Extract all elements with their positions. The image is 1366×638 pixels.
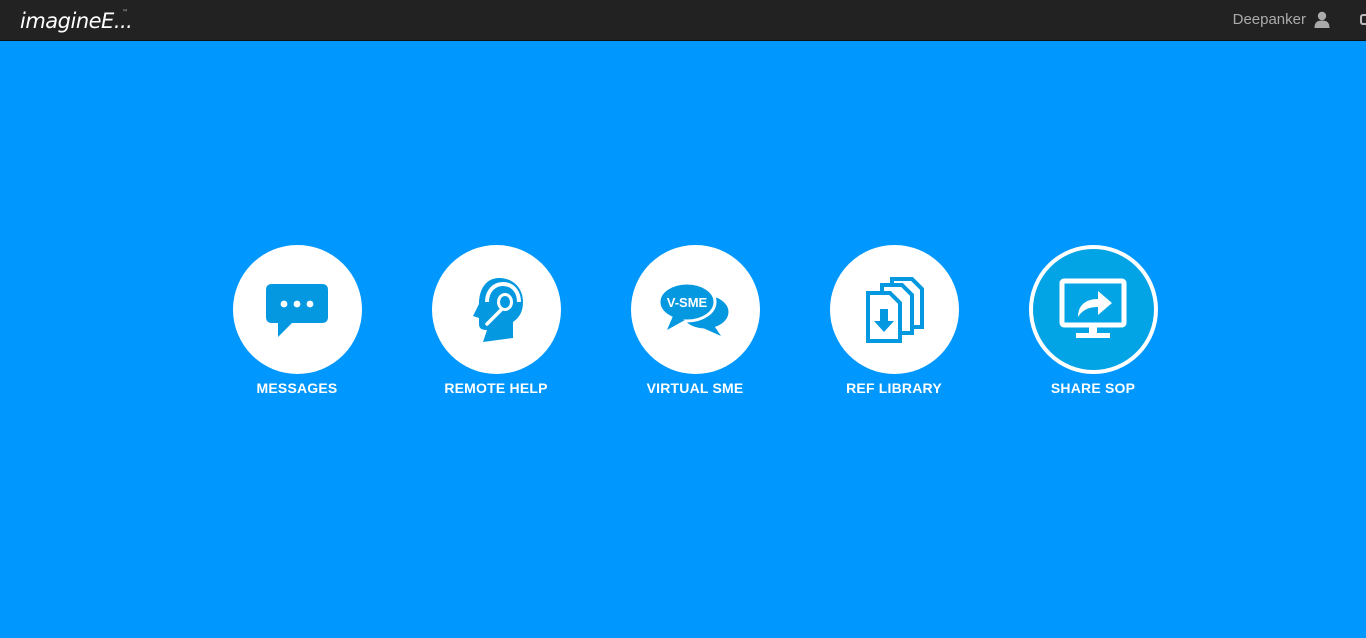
- headset-icon: [473, 277, 523, 342]
- tile-label: VIRTUAL SME: [646, 380, 744, 396]
- chat-bubbles-icon: V-SME: [657, 281, 732, 336]
- remote-help-circle[interactable]: [431, 245, 561, 374]
- tile-ref-library[interactable]: REF LIBRARY: [814, 245, 974, 396]
- tile-messages[interactable]: MESSAGES: [217, 245, 377, 396]
- logout-icon[interactable]: [1360, 14, 1366, 25]
- top-bar: imagineE... ™ Deepanker: [0, 0, 1366, 41]
- virtual-sme-circle[interactable]: V-SME: [630, 245, 760, 374]
- app-logo[interactable]: imagineE...: [20, 9, 133, 33]
- tile-virtual-sme[interactable]: V-SME VIRTUAL SME: [615, 245, 775, 396]
- monitor-share-icon: [1059, 278, 1127, 338]
- user-menu[interactable]: Deepanker: [1233, 11, 1330, 28]
- trademark-mark: ™: [122, 9, 128, 16]
- chat-bubble-icon: [266, 283, 328, 337]
- tile-label: SHARE SOP: [1050, 380, 1136, 396]
- feature-tiles: MESSAGES REMOTE HELP V-SME VIRTUAL SME R…: [0, 245, 1366, 405]
- share-sop-circle[interactable]: [1028, 245, 1158, 374]
- user-icon: [1314, 11, 1330, 28]
- messages-circle[interactable]: [232, 245, 362, 374]
- tile-remote-help[interactable]: REMOTE HELP: [416, 245, 576, 396]
- tile-share-sop[interactable]: SHARE SOP: [1013, 245, 1173, 396]
- tile-label: REF LIBRARY: [846, 380, 942, 396]
- tile-label: MESSAGES: [256, 380, 338, 396]
- vsme-badge: V-SME: [667, 295, 708, 310]
- documents-download-icon: [866, 276, 924, 343]
- tile-label: REMOTE HELP: [444, 380, 548, 396]
- ref-library-circle[interactable]: [829, 245, 959, 374]
- user-name: Deepanker: [1232, 11, 1306, 28]
